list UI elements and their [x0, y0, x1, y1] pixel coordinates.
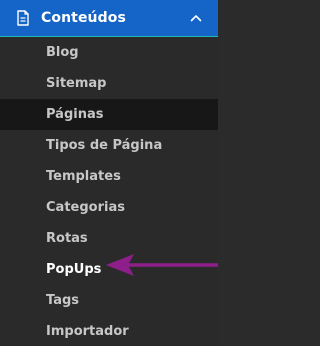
- submenu-item-label: Tags: [46, 293, 80, 308]
- submenu-item-label: Categorias: [46, 200, 125, 215]
- submenu-item-label: Páginas: [46, 107, 104, 122]
- submenu-item-label: Tipos de Página: [46, 138, 163, 153]
- submenu-item-paginas[interactable]: Páginas: [0, 99, 218, 130]
- section-title: Conteúdos: [41, 10, 126, 26]
- submenu-item-label: Sitemap: [46, 76, 107, 91]
- sidebar-menu: Conteúdos Blog Sitemap Páginas Tipos de …: [0, 0, 218, 346]
- annotation-arrow-icon: [106, 254, 218, 276]
- submenu-list: Blog Sitemap Páginas Tipos de Página Tem…: [0, 37, 218, 346]
- chevron-up-icon[interactable]: [190, 13, 202, 23]
- submenu-item-label: Importador: [46, 324, 129, 339]
- submenu-item-tipos-de-pagina[interactable]: Tipos de Página: [0, 130, 218, 161]
- submenu-item-tags[interactable]: Tags: [0, 285, 218, 316]
- submenu-item-label: PopUps: [46, 262, 102, 277]
- submenu-item-importador[interactable]: Importador: [0, 316, 218, 346]
- submenu-item-templates[interactable]: Templates: [0, 161, 218, 192]
- submenu-item-blog[interactable]: Blog: [0, 37, 218, 68]
- submenu-item-label: Blog: [46, 45, 79, 60]
- submenu-item-label: Rotas: [46, 231, 88, 246]
- menu-section-header[interactable]: Conteúdos: [0, 0, 218, 36]
- submenu-item-sitemap[interactable]: Sitemap: [0, 68, 218, 99]
- submenu-item-label: Templates: [46, 169, 121, 184]
- submenu-item-categorias[interactable]: Categorias: [0, 192, 218, 223]
- document-icon: [16, 10, 30, 26]
